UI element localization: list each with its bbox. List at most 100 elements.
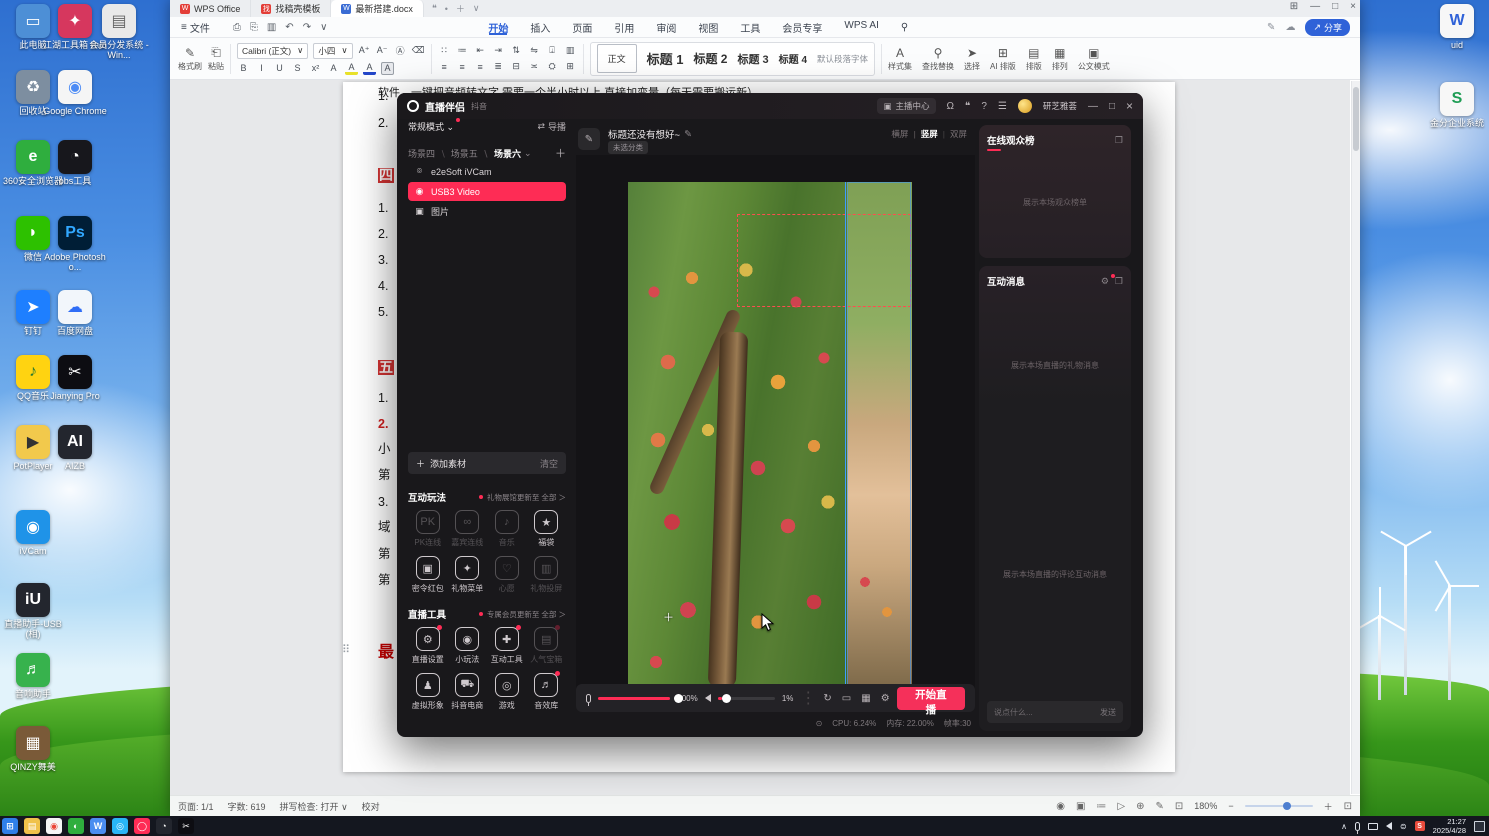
font-size-select[interactable]: 小四 ∨ bbox=[313, 42, 353, 59]
wps[interactable]: W bbox=[90, 818, 106, 834]
line-spacing-button[interactable]: ≍ bbox=[528, 60, 541, 73]
qq[interactable]: ◎ bbox=[112, 818, 128, 834]
toolbar-tool[interactable]: ⊞ AI 排版 bbox=[990, 46, 1016, 72]
scene-tab[interactable]: 场景六 bbox=[478, 147, 521, 160]
word-count[interactable]: 字数: 619 bbox=[228, 800, 266, 813]
director-mode-button[interactable]: ⇄ 导播 bbox=[537, 120, 566, 133]
number-list-button[interactable]: ≔ bbox=[456, 44, 469, 57]
proofread-button[interactable]: 校对 bbox=[362, 800, 380, 813]
bold-button[interactable]: B bbox=[237, 62, 250, 75]
tab-list-button[interactable]: ∨ bbox=[473, 3, 480, 14]
obs[interactable]: ◔ bbox=[156, 818, 172, 834]
add-material-button[interactable]: ＋ 添加素材 清空 bbox=[408, 452, 566, 474]
document-tab[interactable]: W WPS Office bbox=[170, 0, 252, 17]
headset-icon[interactable]: Ω bbox=[947, 101, 954, 112]
toolbar-tool[interactable]: ⚲ 查找替换 bbox=[922, 46, 954, 72]
align-center-button[interactable]: ≡ bbox=[456, 60, 469, 73]
tools-section-badge[interactable]: 专属会员更新至 全部 ＞ bbox=[479, 609, 566, 620]
shrink-font-button[interactable]: A⁻ bbox=[376, 44, 389, 57]
chrome[interactable]: ◉ bbox=[46, 818, 62, 834]
spellcheck-status[interactable]: 拼写检查: 打开 ∨ bbox=[280, 800, 348, 813]
tray-settings-icon[interactable]: ⊜ bbox=[1400, 822, 1407, 831]
speaker-volume-slider[interactable] bbox=[717, 693, 775, 703]
clear-format-button[interactable]: ⌫ bbox=[412, 44, 425, 57]
highlight-color-button[interactable]: A bbox=[345, 62, 358, 75]
close-button[interactable]: × bbox=[1350, 1, 1356, 12]
interact-tool[interactable]: ★ 福袋 bbox=[527, 510, 567, 548]
start-button[interactable]: ⊞ bbox=[2, 818, 18, 834]
360-browser[interactable]: ◐ bbox=[68, 818, 84, 834]
fullscreen-button[interactable]: ⊡ bbox=[1344, 801, 1352, 812]
font-name-select[interactable]: Calibri (正文) ∨ bbox=[237, 42, 309, 59]
live-companion[interactable]: ◯ bbox=[134, 818, 150, 834]
capcut[interactable]: ✂ bbox=[178, 818, 194, 834]
text-tools-button[interactable]: ⇅ bbox=[510, 44, 523, 57]
mic-volume-slider[interactable] bbox=[597, 693, 683, 703]
menu-item[interactable]: 工具 bbox=[729, 20, 771, 35]
align-right-button[interactable]: ≡ bbox=[474, 60, 487, 73]
sort-button[interactable]: ⍗ bbox=[546, 44, 559, 57]
strikethrough-button[interactable]: S bbox=[291, 62, 304, 75]
orientation-option[interactable]: 竖屏 bbox=[908, 128, 938, 140]
print-icon[interactable]: ▥ bbox=[267, 22, 276, 33]
change-case-button[interactable]: Ⓐ bbox=[394, 44, 407, 57]
menu-item[interactable]: 页面 bbox=[561, 20, 603, 35]
blue-selection-box[interactable] bbox=[847, 182, 911, 687]
distribute-button[interactable]: ⊟ bbox=[510, 60, 523, 73]
send-button[interactable]: 发送 bbox=[1100, 707, 1116, 718]
source-item[interactable]: ⌾ e2eSoft iVCam bbox=[408, 162, 566, 181]
microphone-icon[interactable] bbox=[586, 693, 591, 706]
toolbar-tool[interactable]: ➤ 选择 bbox=[964, 46, 980, 72]
menu-item[interactable]: WPS AI bbox=[833, 20, 889, 31]
menu-item[interactable]: 开始 bbox=[477, 20, 519, 35]
toolbar-tool[interactable]: A 样式集 bbox=[888, 46, 912, 72]
menu-item[interactable]: 视图 bbox=[687, 20, 729, 35]
stream-title-text[interactable]: 标题还没有想好~ bbox=[608, 127, 680, 141]
border-button[interactable]: ⊞ bbox=[564, 60, 577, 73]
outline-view-icon[interactable]: ≔ bbox=[1096, 801, 1106, 812]
paste-button[interactable]: ⎗ 粘贴 bbox=[208, 45, 224, 72]
source-item[interactable]: ◉ USB3 Video bbox=[408, 182, 566, 201]
edit-title-button[interactable]: ✎ bbox=[578, 128, 600, 150]
document-tab[interactable]: 找 找稿壳模板 bbox=[251, 0, 332, 17]
zoom-level[interactable]: 180% bbox=[1194, 801, 1217, 811]
video-stage[interactable] bbox=[576, 155, 975, 695]
zoom-out-button[interactable]: − bbox=[1228, 801, 1233, 811]
shading-button[interactable]: ⛭ bbox=[546, 60, 559, 73]
tray-display-icon[interactable] bbox=[1367, 822, 1378, 830]
redo-icon[interactable]: ↷ bbox=[303, 22, 311, 33]
zoom-in-button[interactable]: ＋ bbox=[1324, 800, 1333, 813]
bullet-list-button[interactable]: ∷ bbox=[438, 44, 451, 57]
orientation-option[interactable]: 横屏 bbox=[891, 128, 908, 140]
maximize-button[interactable]: □ bbox=[1332, 1, 1338, 12]
decrease-indent-button[interactable]: ⇤ bbox=[474, 44, 487, 57]
camera-icon[interactable]: ▦ bbox=[861, 693, 870, 704]
source-item[interactable]: ▣ 图片 bbox=[408, 202, 566, 221]
chevron-down-icon[interactable]: ⌄ bbox=[524, 148, 532, 159]
share-button[interactable]: ↗ 分享 bbox=[1305, 18, 1350, 36]
live-tool[interactable]: ◉ 小玩法 bbox=[448, 627, 488, 665]
char-shading-button[interactable]: A bbox=[381, 61, 394, 75]
layout-icon[interactable]: ▭ bbox=[842, 693, 851, 704]
file-menu[interactable]: ≡ 文件 bbox=[170, 17, 221, 37]
toolbar-tool[interactable]: ▤ 排版 bbox=[1026, 46, 1042, 72]
help-icon[interactable]: ? bbox=[981, 101, 987, 112]
menu-item[interactable]: 引用 bbox=[603, 20, 645, 35]
interact-tool[interactable]: ♡ 心愿 bbox=[487, 556, 527, 594]
user-avatar[interactable] bbox=[1017, 99, 1032, 113]
desktop-icon[interactable]: ▤ 会员分发系统 -Win... bbox=[86, 4, 152, 61]
popout-icon[interactable]: ❐ bbox=[1115, 135, 1123, 146]
document-scrollbar[interactable] bbox=[1351, 81, 1360, 794]
comment-icon[interactable]: ❝ bbox=[432, 3, 437, 14]
undo-icon[interactable]: ↶ bbox=[285, 22, 293, 33]
char-effect-button[interactable]: A bbox=[327, 62, 340, 75]
export-icon[interactable]: ⎘ bbox=[250, 22, 258, 33]
eye-icon[interactable]: ◉ bbox=[1056, 801, 1065, 812]
menu-item[interactable]: 会员专享 bbox=[771, 20, 833, 35]
font-color-button[interactable]: A bbox=[363, 62, 376, 75]
style-option[interactable]: 标题 4 bbox=[779, 51, 807, 66]
scrollbar-thumb[interactable] bbox=[1353, 87, 1359, 151]
start-stream-button[interactable]: 开始直播 bbox=[896, 686, 965, 716]
format-painter-button[interactable]: ✎ 格式刷 bbox=[178, 46, 202, 72]
desktop-icon[interactable]: S 金分企业系统 bbox=[1424, 82, 1489, 128]
